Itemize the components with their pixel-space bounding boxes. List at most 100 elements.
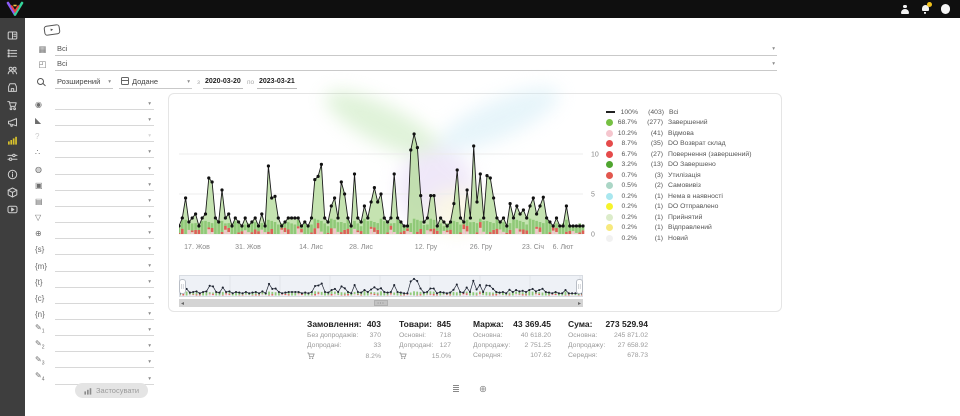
table-view-icon[interactable]: ≣ (452, 384, 460, 395)
legend-label: DO Возврат склад (668, 140, 726, 147)
filter-select[interactable]: ▾ (55, 114, 154, 126)
legend-count: (13) (637, 161, 663, 168)
legend-item[interactable]: 0.7%(3)Утилізація (606, 170, 778, 181)
legend-item[interactable]: 100%(403)Всі (606, 107, 778, 118)
filter-select[interactable]: ▾ (55, 356, 154, 368)
filter-select[interactable]: ▾ (55, 227, 154, 239)
legend-dot-marker (606, 224, 613, 231)
summary-subvalue: 370 (370, 332, 381, 339)
date-from-input[interactable]: 2020-03-20 (203, 76, 243, 89)
legend-count: (1) (637, 203, 663, 210)
filter-select[interactable]: ▾ (55, 130, 154, 142)
summary-subrow: Середня:107.62 (473, 352, 551, 359)
legend-item[interactable]: 0.2%(1)DO Отправлено (606, 202, 778, 213)
legend-label: Повернення (завершений) (668, 151, 751, 158)
scroll-left-icon[interactable]: ◂ (181, 300, 184, 307)
legend-item[interactable]: 10.2%(41)Відмова (606, 128, 778, 139)
summary-subvalue: 40 618.20 (521, 332, 551, 339)
sidebar-item-orders[interactable] (0, 44, 25, 61)
orders-chart[interactable]: 051017. Жов31. Жов14. Лис28. Лис12. Гру2… (179, 99, 609, 264)
filter-select[interactable]: ▾ (55, 163, 154, 175)
sidebar-item-analytics[interactable] (0, 131, 25, 148)
product-filter-select[interactable]: Всі ▾ (55, 58, 777, 71)
apply-button[interactable]: Застосувати (75, 383, 148, 398)
legend-percent: 10.2% (613, 130, 637, 137)
bell-icon[interactable] (921, 4, 930, 14)
summary-head: Товари:845 (399, 319, 451, 329)
sidebar-item-cart[interactable] (0, 97, 25, 114)
legend-percent: 0.2% (613, 203, 637, 210)
legend-item[interactable]: 0.2%(1)Нема в наявності (606, 191, 778, 202)
filter-select[interactable]: ▾ (55, 308, 154, 320)
summary-subkey: Допродажу: (473, 342, 510, 349)
summary-stats: Замовлення:403Без допродажів:370Допродан… (307, 319, 648, 360)
filter-select[interactable]: ▾ (55, 211, 154, 223)
legend-item[interactable]: 68.7%(277)Завершений (606, 118, 778, 129)
user-icon[interactable] (901, 5, 910, 14)
scroll-right-icon[interactable]: ▸ (578, 300, 581, 307)
category-filter-select[interactable]: Всі ▾ (55, 43, 777, 56)
chevron-down-icon: ▾ (148, 263, 151, 269)
chevron-down-icon: ▾ (148, 101, 151, 107)
sphere-view-icon[interactable]: ⊕ (479, 384, 487, 395)
svg-text:6. Лют: 6. Лют (553, 244, 574, 251)
sidebar-item-settings[interactable] (0, 149, 25, 166)
calendar-icon (121, 77, 129, 85)
filter-row-cube: ▣▾ (30, 177, 154, 191)
legend-item[interactable]: 8.7%(35)DO Возврат склад (606, 139, 778, 150)
legend-item[interactable]: 0.2%(1)Новий (606, 233, 778, 244)
filter-select[interactable]: ▾ (55, 292, 154, 304)
date-from-label: з (197, 76, 200, 86)
legend-item[interactable]: 6.7%(27)Повернення (завершений) (606, 149, 778, 160)
filter-row-planet: ◉▾ (30, 96, 154, 110)
legend-item[interactable]: 0.2%(1)Прийнятий (606, 212, 778, 223)
legend-item[interactable]: 0.5%(2)Самовивіз (606, 181, 778, 192)
filter-select[interactable]: ▾ (55, 195, 154, 207)
megaphone-icon (7, 117, 18, 128)
date-to-input[interactable]: 2023-03-21 (257, 76, 297, 89)
filter-row-var_s: {s}▾ (30, 241, 154, 255)
sitemap-icon: ∴ (30, 148, 55, 158)
svg-text:31. Жов: 31. Жов (235, 244, 261, 251)
svg-text:26. Гру: 26. Гру (470, 244, 493, 251)
navigator-left-handle[interactable]: || (179, 279, 186, 294)
filter-select[interactable]: ▾ (55, 260, 154, 272)
chart-scrollbar[interactable]: ◂ ••• ▸ (179, 299, 583, 307)
legend-label: Завершений (668, 119, 708, 126)
box-icon (7, 187, 18, 198)
date-field-select[interactable]: Додане ▾ (119, 76, 192, 89)
navigator-right-handle[interactable]: || (576, 279, 583, 294)
app-logo-icon[interactable] (5, 1, 25, 17)
cube-icon: ▣ (30, 181, 55, 191)
sidebar-item-products[interactable] (0, 184, 25, 201)
filter-row-help: ?▾ (30, 128, 154, 142)
filter-select[interactable]: ▾ (55, 179, 154, 191)
sidebar-item-store[interactable] (0, 79, 25, 96)
legend-item[interactable]: 3.2%(13)DO Завершено (606, 160, 778, 171)
summary-head: Сума:273 529.94 (568, 319, 648, 329)
sidebar-item-users[interactable] (0, 62, 25, 79)
legend-label: Утилізація (668, 172, 701, 179)
summary-value: 845 (437, 319, 451, 329)
filter-select[interactable]: ▾ (55, 324, 154, 336)
chart-navigator[interactable]: || || (179, 275, 583, 297)
filter-select[interactable]: ▾ (55, 243, 154, 255)
screen-tour-icon[interactable]: ▸ (43, 24, 60, 36)
avatar-icon[interactable] (941, 4, 951, 14)
summary-subvalue: 15.0% (432, 353, 451, 360)
summary-subrow: Допродажу:2 751.25 (473, 342, 551, 349)
sidebar-item-marketing[interactable] (0, 114, 25, 131)
search-mode-select[interactable]: Розширений ▾ (55, 76, 113, 89)
filter-select[interactable]: ▾ (55, 340, 154, 352)
date-to-label: по (247, 76, 254, 86)
summary-value: 273 529.94 (605, 319, 648, 329)
sidebar-item-info[interactable] (0, 166, 25, 183)
sidebar-item-video[interactable] (0, 201, 25, 218)
filter-select[interactable]: ▾ (55, 276, 154, 288)
summary-subrow: 15.0% (399, 352, 451, 360)
filter-select[interactable]: ▾ (55, 98, 154, 110)
legend-item[interactable]: 0.2%(1)Відправлений (606, 223, 778, 234)
filter-select[interactable]: ▾ (55, 146, 154, 158)
scrollbar-grip[interactable]: ••• (374, 300, 388, 306)
sidebar-item-dashboard[interactable] (0, 27, 25, 44)
